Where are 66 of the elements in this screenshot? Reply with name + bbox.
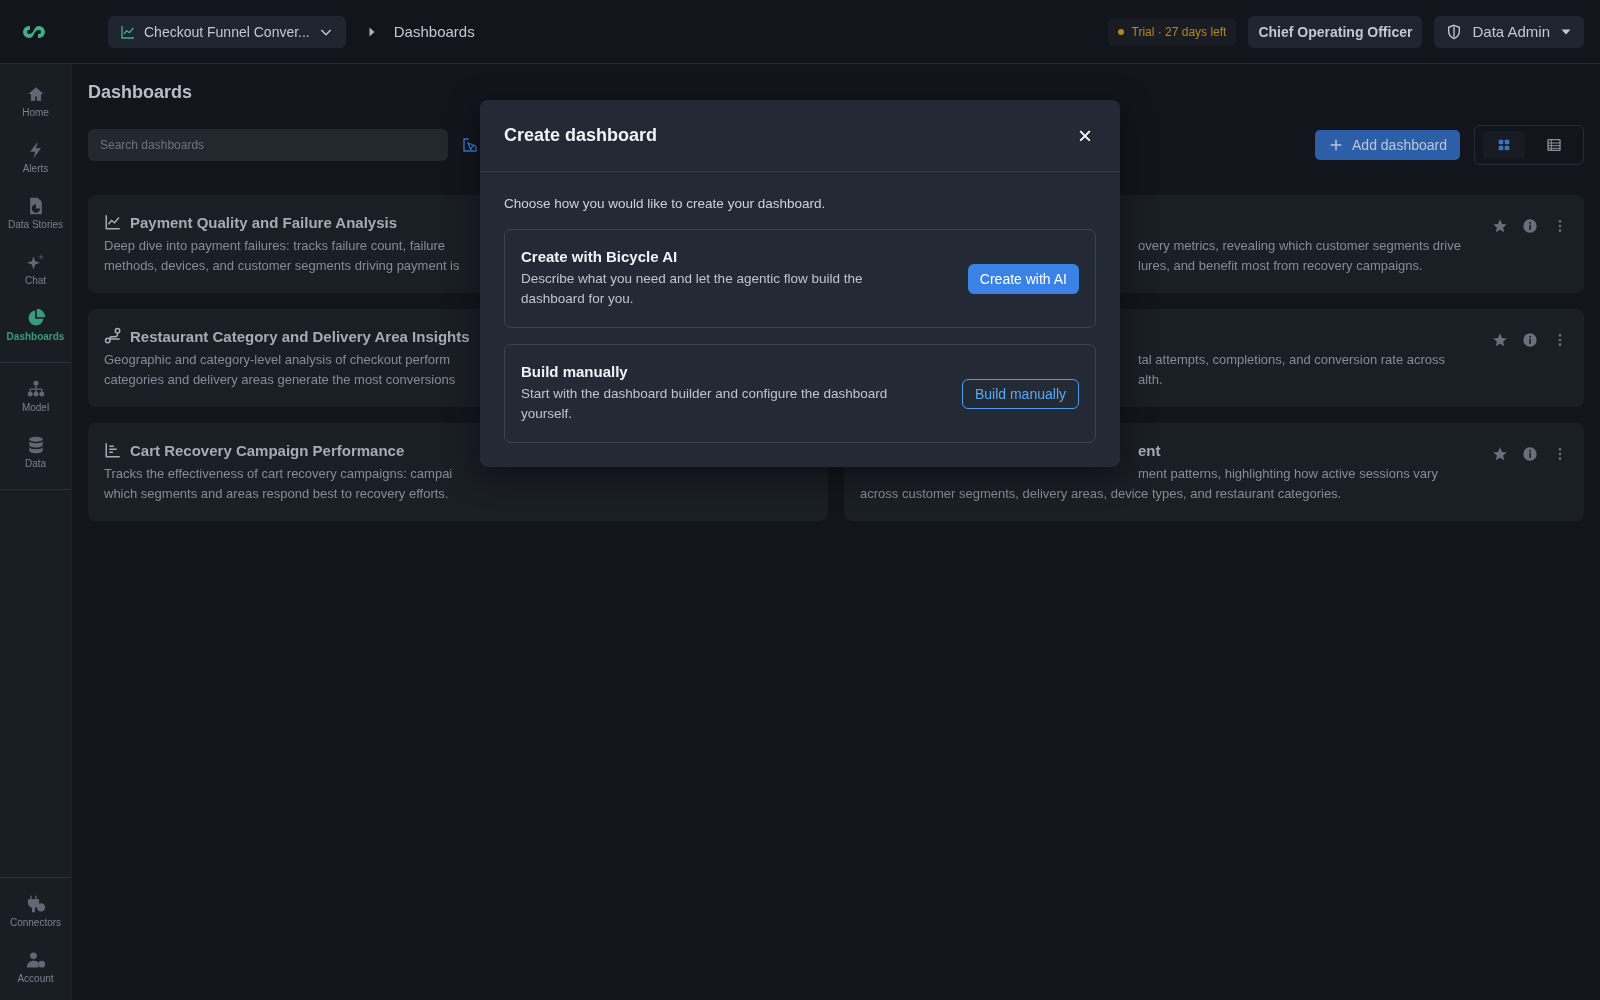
role-button[interactable]: Chief Operating Officer [1248,15,1423,48]
dialog-title: Create dashboard [504,125,658,146]
grid-view-button[interactable] [1483,131,1525,159]
sidebar-item[interactable]: Dashboards [0,306,71,348]
project-dropdown[interactable]: Checkout Funnel Conver... [108,15,346,48]
star-icon [1492,446,1508,462]
table-view-icon [1546,137,1562,153]
card-description: categories and delivery areas generate the most conversions [104,371,456,389]
card-description: Geographic and category-level analysis of checkout perform [104,351,451,369]
option-title: Create with Bicycle AI [521,248,679,265]
create-with-ai-button[interactable]: Create with AI [967,263,1079,294]
card-description: which segments and areas respond best to recovery efforts. [104,485,449,503]
sidebar-item[interactable]: Model [0,377,71,419]
add-dashboard-button[interactable]: Add dashboard [1315,130,1460,160]
bar-list-icon [104,441,122,459]
sidebar-item[interactable]: Connectors [0,892,71,934]
star-icon [1492,332,1508,348]
page-title: Dashboards [88,82,194,103]
card-title: Payment Quality and Failure Analysis [130,213,398,231]
favorite-button[interactable] [1492,218,1508,234]
option-title: Build manually [521,363,629,380]
line-chart-icon [104,213,122,231]
card-description: lures, and benefit most from recovery campaigns. [1137,257,1423,275]
star-icon [1492,218,1508,234]
breadcrumb: Dashboards [393,23,475,40]
sidebar-item[interactable]: Chat [0,250,71,292]
info-button[interactable] [1522,218,1538,234]
card-description: Tracks the effectiveness of cart recovery campaigns: campai [104,465,453,483]
card-description: across customer segments, delivery areas, device types, and restaurant categories. [860,485,1342,503]
cursor-box-icon [462,137,478,153]
info-button[interactable] [1522,446,1538,462]
user-gear-icon [25,950,46,970]
dialog-intro: Choose how you would like to create your dashboard. [504,196,827,211]
info-icon [1522,218,1538,234]
plug-icon [25,894,46,914]
line-chart-icon [120,23,136,40]
hierarchy-icon [25,379,46,399]
card-title: Cart Recovery Campaign Performance [130,441,405,459]
sidebar-item[interactable]: Account [0,948,71,990]
card-title: ent [1138,441,1161,459]
sidebar-item[interactable]: Home [0,82,71,124]
favorite-button[interactable] [1492,332,1508,348]
info-icon [1522,332,1538,348]
card-description: ment patterns, highlighting how active sessions vary [1137,465,1438,483]
card-description: methods, devices, and customer segments driving payment is [104,257,460,275]
favorite-button[interactable] [1492,446,1508,462]
shield-icon [1446,23,1463,40]
card-title: Restaurant Category and Delivery Area Insights [130,327,470,345]
trial-badge: Trial · 27 days left [1107,17,1237,46]
info-button[interactable] [1522,332,1538,348]
card-description: overy metrics, revealing which customer segments drive [1137,237,1461,255]
card-description: Deep dive into payment failures: tracks failure count, failure [104,237,446,255]
route-icon [104,327,122,345]
close-button[interactable]: × [1074,123,1096,148]
info-icon [1522,446,1538,462]
sparkle-icon [25,252,46,272]
sidebar-item[interactable]: Alerts [0,138,71,180]
search-field[interactable]: Search dashboards [88,129,448,161]
sidebar-item[interactable]: Data Stories [0,194,71,236]
card-description: tal attempts, completions, and conversion rate across [1137,351,1446,369]
ai-select-button[interactable] [460,135,480,155]
sidebar-item[interactable]: Data [0,433,71,475]
grid-view-icon [1496,137,1512,153]
build-manually-button[interactable]: Build manually [961,378,1079,409]
card-description: alth. [1137,371,1163,389]
user-menu-button[interactable]: Data Admin [1434,15,1584,48]
